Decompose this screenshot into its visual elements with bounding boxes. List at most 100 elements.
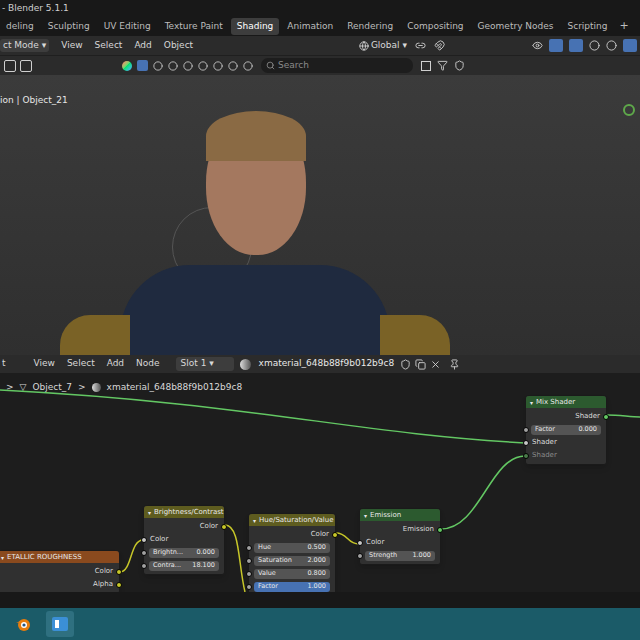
overlay-icon[interactable] xyxy=(569,39,583,52)
node-socket[interactable] xyxy=(246,571,252,577)
pin-icon[interactable] xyxy=(449,359,460,370)
node-socket[interactable] xyxy=(523,440,529,446)
node-header[interactable]: ▾Brightness/Contrast xyxy=(144,506,224,518)
node-socket[interactable] xyxy=(332,532,338,538)
fake-user-icon[interactable] xyxy=(400,359,411,370)
workspace-tab[interactable]: Animation xyxy=(281,18,339,36)
slot-dropdown[interactable]: Slot 1 ▾ xyxy=(176,357,234,371)
blender-logo-icon[interactable] xyxy=(14,615,32,633)
shader-node[interactable]: ▾EmissionEmissionColorStrength1.000 xyxy=(359,508,441,565)
snap-icon[interactable] xyxy=(434,40,445,51)
node-socket[interactable] xyxy=(141,537,147,543)
visibility-icon[interactable] xyxy=(532,40,543,51)
workspace-tab[interactable]: UV Editing xyxy=(98,18,157,36)
node-socket[interactable] xyxy=(246,558,252,564)
shader-node[interactable]: ▾Hue/Saturation/ValueColorHue0.500Satura… xyxy=(248,513,336,592)
node-socket[interactable] xyxy=(246,545,252,551)
select-mode-icon[interactable] xyxy=(20,60,32,72)
node-socket[interactable] xyxy=(141,550,147,556)
workspace-tab[interactable]: Sculpting xyxy=(42,18,96,36)
workspace-tab[interactable]: Scripting xyxy=(562,18,614,36)
select-box-icon[interactable] xyxy=(4,60,16,72)
collapse-icon[interactable]: ▾ xyxy=(530,398,533,407)
menu-item[interactable]: Select xyxy=(61,357,101,371)
breadcrumb-item[interactable]: xmaterial_648b88f9b012b9c8 xyxy=(107,381,243,395)
menu-item[interactable]: Add xyxy=(128,39,157,53)
node-socket[interactable] xyxy=(523,427,529,433)
orientation-dropdown[interactable]: Global ▾ xyxy=(355,39,411,53)
collapse-icon[interactable]: ▾ xyxy=(364,511,367,520)
object-type-icon[interactable] xyxy=(137,60,148,71)
workspace-tab[interactable]: Rendering xyxy=(341,18,399,36)
node-field[interactable]: Factor0.000 xyxy=(531,425,601,435)
menu-item[interactable]: View xyxy=(55,39,88,53)
unlink-icon[interactable] xyxy=(430,359,441,370)
material-icon xyxy=(92,383,101,392)
node-socket[interactable] xyxy=(221,524,227,530)
object-filter-icon[interactable] xyxy=(153,61,163,71)
gizmo-icon[interactable] xyxy=(549,39,563,52)
node-socket[interactable] xyxy=(116,582,122,588)
node-socket[interactable] xyxy=(246,584,252,590)
collapse-icon[interactable]: ▾ xyxy=(1,553,4,562)
node-header[interactable]: ▾Mix Shader xyxy=(526,396,606,408)
shading-material-icon[interactable] xyxy=(606,40,617,51)
mode-dropdown[interactable]: ct Mode ▾ xyxy=(0,39,49,53)
pivot-icon[interactable] xyxy=(415,40,426,51)
shield-icon[interactable] xyxy=(454,60,465,71)
node-header[interactable]: ▾Emission xyxy=(360,509,440,521)
node-header[interactable]: ▾Hue/Saturation/Value xyxy=(249,514,335,526)
duplicate-icon[interactable] xyxy=(415,359,426,370)
workspace-tab[interactable]: Shading xyxy=(231,18,280,36)
node-field[interactable]: Contra...18.100 xyxy=(149,561,219,571)
node-socket[interactable] xyxy=(523,453,529,459)
node-socket[interactable] xyxy=(116,569,122,575)
shader-node[interactable]: ▾Brightness/ContrastColorColorBrightn...… xyxy=(143,505,225,575)
shader-node[interactable]: ▾ETALLIC ROUGHNESSColorAlpha xyxy=(0,550,120,592)
object-filter-icon[interactable] xyxy=(243,61,253,71)
filter-icon[interactable] xyxy=(437,60,448,71)
viewport[interactable]: ion | Object_21 xyxy=(0,75,640,355)
menu-item[interactable]: Node xyxy=(130,357,166,371)
filter-color-icon[interactable] xyxy=(122,61,132,71)
node-field[interactable]: Strength1.000 xyxy=(365,551,435,561)
node-socket[interactable] xyxy=(437,527,443,533)
menu-item[interactable]: View xyxy=(28,357,61,371)
object-filter-icon[interactable] xyxy=(213,61,223,71)
menu-item[interactable]: Select xyxy=(89,39,129,53)
node-field[interactable]: Value0.800 xyxy=(254,569,330,579)
collapse-icon[interactable]: ▾ xyxy=(253,516,256,525)
object-filter-icon[interactable] xyxy=(228,61,238,71)
node-field[interactable]: Hue0.500 xyxy=(254,543,330,553)
add-workspace-button[interactable]: + xyxy=(616,18,633,35)
node-header[interactable]: ▾ETALLIC ROUGHNESS xyxy=(0,551,119,563)
node-field[interactable]: Factor1.000 xyxy=(254,582,330,592)
shading-solid-icon[interactable] xyxy=(589,40,600,51)
app-button[interactable] xyxy=(46,611,74,637)
node-socket[interactable] xyxy=(603,414,609,420)
shader-node[interactable]: ▾Mix ShaderShaderFactor0.000ShaderShader xyxy=(525,395,607,465)
search-field[interactable]: Search xyxy=(261,58,413,73)
workspace-tab[interactable]: deling xyxy=(0,18,40,36)
menu-item[interactable]: Add xyxy=(101,357,130,371)
node-field[interactable]: Brightn...0.000 xyxy=(149,548,219,558)
object-filter-icon[interactable] xyxy=(183,61,193,71)
collapse-icon[interactable]: ▾ xyxy=(148,508,151,517)
node-socket[interactable] xyxy=(141,563,147,569)
node-field[interactable]: Saturation2.000 xyxy=(254,556,330,566)
workspace-tab[interactable]: Texture Paint xyxy=(159,18,229,36)
node-field-row: Brightn...0.000 xyxy=(144,546,224,559)
node-canvas[interactable]: >▽Object_7>xmaterial_648b88f9b012b9c8▾Mi… xyxy=(0,373,640,592)
shading-rendered-icon[interactable] xyxy=(623,39,637,52)
menu-item[interactable]: Object xyxy=(158,39,199,53)
object-filter-icon[interactable] xyxy=(198,61,208,71)
workspace-tab[interactable]: Geometry Nodes xyxy=(472,18,560,36)
node-socket[interactable] xyxy=(357,540,363,546)
node-socket[interactable] xyxy=(357,553,363,559)
material-icon[interactable] xyxy=(240,359,251,370)
editor-type-dropdown[interactable]: t xyxy=(0,357,8,371)
workspace-tab[interactable]: Compositing xyxy=(401,18,469,36)
material-name[interactable]: xmaterial_648b88f9b012b9c8 xyxy=(259,357,395,371)
layout-icon[interactable] xyxy=(421,61,431,71)
object-filter-icon[interactable] xyxy=(168,61,178,71)
